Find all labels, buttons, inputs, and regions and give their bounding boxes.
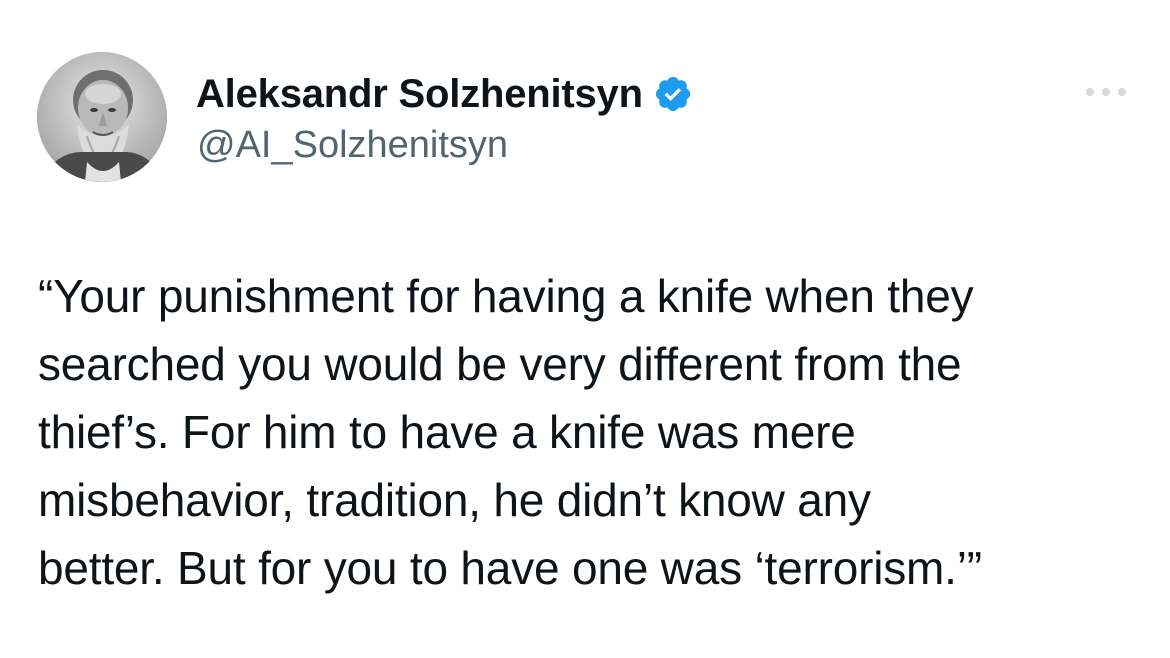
author-avatar[interactable] [37, 52, 167, 182]
portrait-avatar-image [37, 52, 167, 182]
tweet-text-line: better. But for you to have one was ‘ter… [38, 542, 982, 594]
tweet-card: Aleksandr Solzhenitsyn @AI_Solzhenitsyn … [0, 0, 1170, 658]
tweet-text-line: searched you would be very different fro… [38, 338, 962, 390]
author-handle[interactable]: @AI_Solzhenitsyn [197, 124, 508, 167]
more-options-button[interactable] [1078, 78, 1134, 106]
verified-badge-icon [653, 74, 693, 114]
tweet-text-line: misbehavior, tradition, he didn’t know a… [38, 474, 871, 526]
tweet-text-line: “Your punishment for having a knife when… [38, 270, 974, 322]
more-options-icon [1086, 88, 1126, 96]
author-name-row: Aleksandr Solzhenitsyn [196, 68, 693, 120]
tweet-text: “Your punishment for having a knife when… [38, 262, 1138, 602]
tweet-text-line: thief’s. For him to have a knife was mer… [38, 406, 856, 458]
author-display-name[interactable]: Aleksandr Solzhenitsyn [196, 72, 643, 117]
